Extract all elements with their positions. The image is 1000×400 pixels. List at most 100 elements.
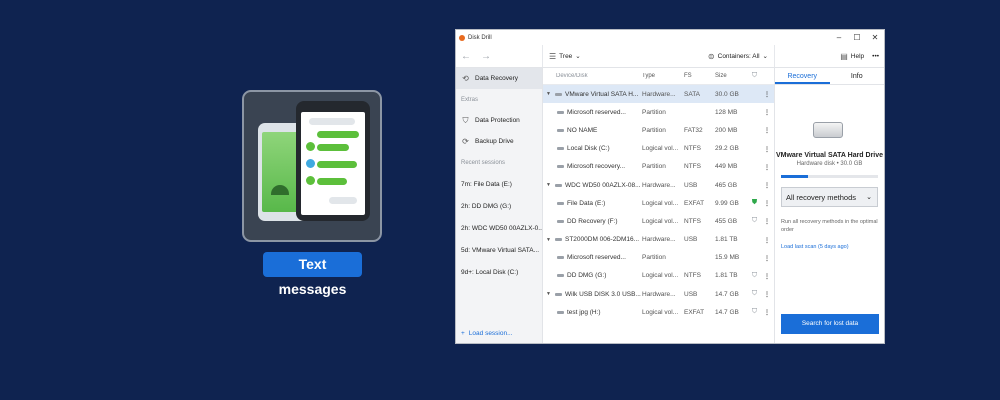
table-row[interactable]: NO NAME Partition FAT32 200 MB ⋮ xyxy=(543,121,774,139)
disk-list: Device/Disk Type FS Size ⛉ ▼ VMware Virtu… xyxy=(543,68,774,343)
disk-name-cell: ▼ ST2000DM 006-2DM16... xyxy=(543,236,642,243)
table-row[interactable]: Microsoft reserved... Partition 128 MB ⋮ xyxy=(543,103,774,121)
help-button[interactable]: ▤ Help xyxy=(840,52,864,61)
disk-name: DD Recovery (F:) xyxy=(567,217,618,225)
load-session-label: Load session... xyxy=(468,330,513,337)
table-row[interactable]: ▼ VMware Virtual SATA H... Hardware... SATA… xyxy=(543,85,774,104)
row-menu-icon[interactable]: ⋮ xyxy=(761,290,773,298)
row-menu-icon[interactable]: ⋮ xyxy=(761,272,773,280)
expand-caret-icon[interactable]: ▼ xyxy=(546,237,552,243)
column-size[interactable]: Size xyxy=(715,73,748,79)
table-row[interactable]: Microsoft recovery... Partition NTFS 449 MB… xyxy=(543,158,774,176)
search-lost-data-button[interactable]: Search for lost data xyxy=(781,314,879,334)
load-session-link[interactable]: + Load session... xyxy=(461,330,513,337)
table-row[interactable]: DD DMG (G:) Logical vol... NTFS 1.81 TB ⛉ ⋮ xyxy=(543,267,774,285)
unprotected-shield-icon[interactable]: ⛉ xyxy=(748,308,761,316)
disk-name: File Data (E:) xyxy=(567,199,606,207)
disk-size: 14.7 GB xyxy=(715,290,739,298)
table-row[interactable]: ▼ WDC WD50 00AZLX-08... Hardware... USB 465 … xyxy=(543,176,774,194)
back-arrow-icon[interactable]: ← xyxy=(461,51,471,62)
disk-fs: SATA xyxy=(684,90,701,98)
table-row[interactable]: ▼ Wilk USB DISK 3.0 USB... Hardware... USB 1… xyxy=(543,285,774,303)
disk-fs: USB xyxy=(684,236,698,244)
view-mode-dropdown[interactable]: ☰ Tree ⌄ xyxy=(549,52,581,61)
disk-fs: NTFS xyxy=(684,272,701,280)
sidebar-item-backup-drive[interactable]: ⟳ Backup Drive xyxy=(456,131,542,152)
row-menu-icon[interactable]: ⋮ xyxy=(761,236,773,244)
protection-column-icon: ⛉ xyxy=(751,72,758,79)
forward-arrow-icon[interactable]: → xyxy=(481,51,491,62)
recent-session-item[interactable]: 5d: VMware Virtual SATA... xyxy=(456,239,542,261)
row-menu-icon[interactable]: ⋮ xyxy=(761,90,773,98)
disk-size: 128 MB xyxy=(715,108,738,116)
column-type[interactable]: Type xyxy=(642,73,684,79)
row-menu-icon[interactable]: ⋮ xyxy=(761,181,773,189)
load-last-scan-link[interactable]: Load last scan (5 days ago) xyxy=(781,244,849,250)
recent-session-item[interactable]: 7m: File Data (E:) xyxy=(456,173,542,195)
disk-type: Hardware... xyxy=(642,236,676,244)
recovery-method-value: All recovery methods xyxy=(786,192,857,202)
disk-type: Partition xyxy=(642,108,666,116)
row-menu-icon[interactable]: ⋮ xyxy=(761,145,773,153)
close-button[interactable]: ✕ xyxy=(866,33,884,42)
sidebar-item-data-protection[interactable]: ⛉ Data Protection xyxy=(456,110,542,131)
table-row[interactable]: DD Recovery (F:) Logical vol... NTFS 455 GB… xyxy=(543,212,774,230)
expand-caret-icon[interactable]: ▼ xyxy=(546,291,552,297)
table-row[interactable]: Local Disk (C:) Logical vol... NTFS 29.2 GB… xyxy=(543,140,774,158)
partition-icon xyxy=(557,165,564,169)
row-menu-icon[interactable]: ⋮ xyxy=(761,217,773,225)
disk-type: Hardware... xyxy=(642,181,676,189)
table-row[interactable]: ▼ ST2000DM 006-2DM16... Hardware... USB 1.81… xyxy=(543,231,774,249)
filter-icon: ⊜ xyxy=(707,51,715,61)
chevron-down-icon: ⌄ xyxy=(575,53,581,60)
table-row[interactable]: File Data (E:) Logical vol... EXFAT 9.99 GB… xyxy=(543,194,774,212)
disk-type: Logical vol... xyxy=(642,272,679,280)
expand-caret-icon[interactable]: ▼ xyxy=(546,91,552,97)
partition-icon xyxy=(557,110,564,114)
protected-shield-icon[interactable]: ⛊ xyxy=(748,199,761,207)
maximize-button[interactable]: ☐ xyxy=(848,33,866,42)
minimize-button[interactable]: – xyxy=(830,33,848,42)
more-menu-button[interactable]: ••• xyxy=(872,53,879,60)
disk-name-cell: DD DMG (G:) xyxy=(543,272,642,279)
row-menu-icon[interactable]: ⋮ xyxy=(761,126,773,134)
disk-type: Partition xyxy=(642,126,666,134)
row-menu-icon[interactable]: ⋮ xyxy=(761,108,773,116)
recovery-icon: ⟲ xyxy=(462,74,469,83)
backup-icon: ⟳ xyxy=(462,137,469,146)
disk-type: Hardware... xyxy=(642,90,676,98)
row-menu-icon[interactable]: ⋮ xyxy=(761,308,773,316)
sidebar-item-data-recovery[interactable]: ⟲ Data Recovery xyxy=(456,68,542,89)
recent-session-item[interactable]: 9d+: Local Disk (C:) xyxy=(456,261,542,283)
recovery-method-select[interactable]: All recovery methods ⌄ xyxy=(781,187,878,207)
disk-name-cell: Microsoft reserved... xyxy=(543,109,642,116)
disk-size: 15.9 MB xyxy=(715,254,740,262)
unprotected-shield-icon[interactable]: ⛉ xyxy=(748,290,761,298)
hard-disk-icon xyxy=(555,183,562,187)
plus-icon: + xyxy=(461,330,465,337)
tab-recovery[interactable]: Recovery xyxy=(775,68,830,84)
row-menu-icon[interactable]: ⋮ xyxy=(761,254,773,262)
column-device[interactable]: Device/Disk xyxy=(543,73,642,79)
containers-filter[interactable]: ⊜ Containers: All ⌄ xyxy=(708,52,768,61)
disk-type: Logical vol... xyxy=(642,308,679,316)
tab-info[interactable]: Info xyxy=(830,68,885,84)
column-fs[interactable]: FS xyxy=(684,73,715,79)
recent-session-item[interactable]: 2h: DD DMG (G:) xyxy=(456,195,542,217)
disk-fs: NTFS xyxy=(684,217,701,225)
unprotected-shield-icon[interactable]: ⛉ xyxy=(748,217,761,225)
recent-session-item[interactable]: 2h: WDC WD50 00AZLX-0... xyxy=(456,217,542,239)
table-row[interactable]: Microsoft reserved... Partition 15.9 MB ⋮ xyxy=(543,249,774,267)
row-menu-icon[interactable]: ⋮ xyxy=(761,163,773,171)
unprotected-shield-icon[interactable]: ⛉ xyxy=(748,272,761,280)
disk-fs: NTFS xyxy=(684,163,701,171)
row-menu-icon[interactable]: ⋮ xyxy=(761,199,773,207)
help-label: Help xyxy=(850,52,865,60)
disk-name-cell: File Data (E:) xyxy=(543,200,642,207)
disk-size: 14.7 GB xyxy=(715,308,739,316)
expand-caret-icon[interactable]: ▼ xyxy=(546,182,552,188)
table-row[interactable]: test jpg (H:) Logical vol... EXFAT 14.7 GB ⛉… xyxy=(543,303,774,321)
extras-heading: Extras xyxy=(461,96,479,103)
disk-fs: USB xyxy=(684,290,698,298)
sidebar-item-label: Data Recovery xyxy=(475,75,518,82)
